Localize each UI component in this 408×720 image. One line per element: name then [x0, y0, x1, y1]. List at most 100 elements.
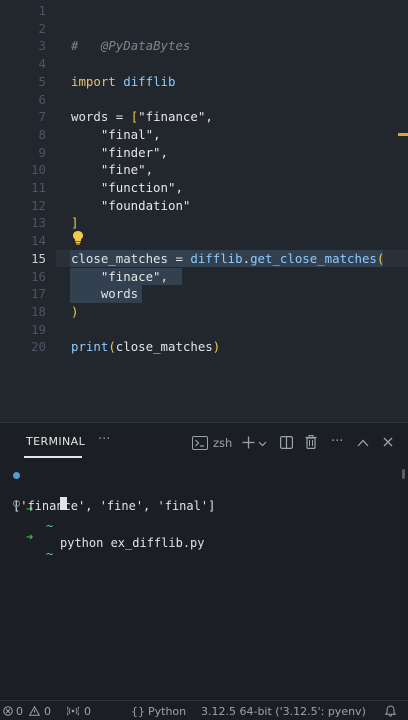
code-token: , — [205, 109, 213, 125]
ports-count[interactable]: 0 — [84, 705, 91, 718]
code-token: print — [71, 339, 109, 355]
trash-icon[interactable] — [305, 435, 317, 449]
code-token: "function" — [100, 180, 176, 195]
language-mode[interactable]: Python — [148, 705, 186, 718]
editor-line[interactable]: 15 close_matches = difflib.get_close_matc… — [0, 249, 408, 268]
warning-count[interactable]: 0 — [44, 705, 51, 718]
code-token: get_close_matches — [250, 250, 377, 266]
command-success-dot[interactable] — [13, 472, 20, 479]
editor-line[interactable]: 16 "finace", — [0, 267, 408, 286]
line-number: 6 — [38, 91, 46, 107]
code-token: "fine" — [100, 162, 146, 178]
code-text: "final", — [71, 126, 161, 144]
code-token: , — [145, 162, 154, 178]
chevron-up-icon[interactable] — [357, 439, 369, 447]
tab-active-indicator — [24, 456, 82, 458]
editor-line[interactable]: 18) — [0, 303, 408, 321]
ports-icon[interactable] — [67, 706, 79, 716]
line-number: 10 — [31, 162, 46, 178]
line-number: 11 — [31, 180, 46, 195]
code-token: "final" — [100, 126, 154, 142]
code-text: "foundation" — [71, 197, 191, 215]
code-text: words — [71, 285, 146, 303]
editor-line[interactable]: 13] — [0, 214, 408, 232]
line-number: 17 — [31, 286, 46, 302]
python-interpreter[interactable]: 3.12.5 64-bit ('3.12.5': pyenv) — [201, 705, 366, 718]
panel-more-button[interactable]: ··· — [98, 432, 110, 447]
warning-icon[interactable] — [29, 706, 40, 716]
editor-line[interactable]: 1 — [0, 2, 408, 20]
chevron-down-icon[interactable] — [258, 441, 267, 447]
error-count[interactable]: 0 — [16, 705, 23, 718]
code-text: ) — [71, 303, 78, 321]
lightbulb-icon[interactable] — [72, 230, 84, 245]
terminal-line-prompt[interactable]: ➜ ~ — [0, 495, 408, 561]
terminal-scrollbar[interactable] — [402, 469, 405, 479]
code-text: "fine", — [71, 161, 153, 179]
code-text: close_matches = difflib.get_close_matche… — [71, 250, 384, 268]
code-token: = — [108, 109, 131, 125]
language-braces-icon[interactable]: {} — [131, 705, 145, 718]
code-token: , — [175, 180, 183, 195]
line-number: 16 — [31, 268, 46, 284]
ellipsis-icon[interactable]: ··· — [331, 434, 343, 450]
bell-icon[interactable] — [385, 705, 396, 717]
scrollbar-marker[interactable] — [398, 133, 408, 136]
code-token: "finace" — [100, 268, 161, 284]
terminal-command: python ex_difflib.py — [60, 536, 205, 550]
close-icon[interactable] — [383, 437, 393, 447]
code-token: words — [71, 109, 109, 125]
editor-line[interactable]: 9 "finder", — [0, 144, 408, 162]
status-bar: 0 0 0 {} Python 3.12.5 64-bit ('3.12.5':… — [0, 700, 408, 720]
code-token: , — [160, 144, 168, 160]
editor-line[interactable]: 8 "final", — [0, 126, 408, 144]
editor-line[interactable]: 20 print(close_matches) — [0, 338, 408, 356]
line-number: 9 — [38, 144, 46, 160]
editor-line[interactable]: 4 — [0, 55, 408, 73]
shell-name[interactable]: zsh — [213, 436, 232, 450]
terminal-icon[interactable] — [192, 436, 208, 450]
editor-line[interactable]: 14 — [0, 232, 408, 250]
code-token: ] — [71, 215, 79, 231]
code-token: ( — [376, 250, 385, 266]
code-token: "finder" — [100, 144, 161, 160]
code-token: "foundation" — [100, 197, 191, 213]
line-number: 13 — [31, 215, 46, 231]
panel-header: TERMINAL ··· zsh ··· — [0, 423, 408, 463]
code-text: import difflib — [71, 73, 175, 91]
code-text: "finace", — [71, 268, 168, 286]
code-editor[interactable]: 1 2 3 # @PyDataBytes 4 5 import difflib 6 7 words… — [0, 0, 408, 422]
editor-line[interactable]: 19 — [0, 321, 408, 339]
line-number: 1 — [38, 3, 46, 18]
terminal-panel: TERMINAL ··· zsh ··· ➜ ~ python ex_diffl… — [0, 422, 408, 700]
editor-line[interactable]: 5 import difflib — [0, 73, 408, 91]
line-number: 12 — [31, 197, 46, 213]
editor-line[interactable]: 10 "fine", — [0, 161, 408, 179]
code-token: "finance" — [138, 109, 206, 125]
line-number: 20 — [31, 339, 46, 355]
editor-line[interactable]: 2 — [0, 20, 408, 38]
error-icon[interactable] — [3, 706, 13, 716]
code-token: difflib — [190, 250, 243, 266]
code-text: print(close_matches) — [71, 338, 220, 356]
editor-line[interactable]: 6 — [0, 91, 408, 109]
editor-line[interactable]: 11 "function", — [0, 179, 408, 197]
split-icon[interactable] — [280, 436, 293, 449]
plus-icon[interactable] — [242, 436, 255, 449]
code-token: ) — [71, 303, 79, 319]
code-token: words — [100, 286, 139, 302]
editor-line[interactable]: 17 words — [0, 285, 408, 303]
code-token: ( — [108, 339, 116, 355]
editor-line[interactable]: 3 # @PyDataBytes — [0, 37, 408, 55]
terminal-cursor — [60, 497, 67, 510]
editor-line[interactable]: 7 words = ["finance", — [0, 108, 408, 126]
editor-line[interactable]: 12 "foundation" — [0, 197, 408, 215]
tab-terminal[interactable]: TERMINAL — [26, 435, 85, 448]
